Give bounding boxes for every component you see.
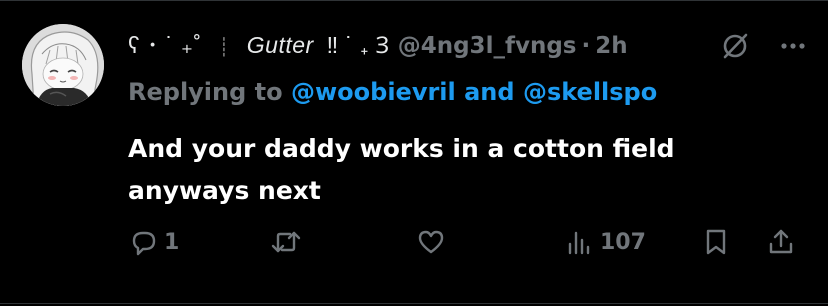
display-name-main: Gutter (246, 32, 314, 58)
avatar[interactable] (22, 24, 104, 106)
tweet-header: ʕ ･ ˙ ₊˚ ┊ Gutter ‼ ˙ ₊ Ɜ @4ng3l_fvngs ·… (128, 28, 628, 64)
like-button[interactable] (416, 222, 452, 262)
tweet[interactable]: ʕ ･ ˙ ₊˚ ┊ Gutter ‼ ˙ ₊ Ɜ @4ng3l_fvngs ·… (0, 0, 828, 306)
user-handle[interactable]: @4ng3l_fvngs (398, 28, 577, 64)
divider (0, 0, 828, 1)
replying-conjunction: and (464, 78, 515, 106)
retweet-icon (270, 227, 302, 257)
views-button[interactable]: 107 (564, 222, 646, 262)
tweet-text: And your daddy works in a cotton field a… (128, 134, 675, 205)
views-count: 107 (600, 229, 646, 255)
reply-count: 1 (164, 229, 180, 255)
retweet-button[interactable] (270, 222, 308, 262)
bookmark-icon (702, 227, 730, 257)
divider (0, 303, 828, 304)
views-icon (564, 227, 594, 257)
heart-icon (416, 227, 446, 257)
header-actions (720, 28, 806, 64)
action-bar: 1 107 (128, 222, 808, 262)
timestamp[interactable]: 2h (595, 28, 627, 64)
reply-button[interactable]: 1 (128, 222, 179, 262)
display-name-prefix: ʕ ･ ˙ ₊˚ (128, 32, 202, 58)
replying-to: Replying to @woobievril and @skellspo (128, 78, 657, 106)
mention-link[interactable]: @skellspo (523, 78, 657, 106)
separator-dot: · (581, 33, 591, 59)
display-name[interactable]: ʕ ･ ˙ ₊˚ ┊ Gutter ‼ ˙ ₊ Ɜ (128, 27, 390, 65)
share-button[interactable] (766, 222, 796, 262)
bookmark-button[interactable] (702, 222, 730, 262)
display-name-suffix: ‼ ˙ ₊ Ɜ (326, 32, 390, 58)
more-icon[interactable] (780, 41, 806, 51)
reply-icon (128, 227, 158, 257)
share-icon (766, 227, 796, 257)
slashed-circle-icon[interactable] (720, 31, 750, 61)
mention-link[interactable]: @woobievril (291, 78, 456, 106)
display-name-separator: ┊ (218, 37, 230, 57)
replying-prefix: Replying to (128, 78, 283, 106)
